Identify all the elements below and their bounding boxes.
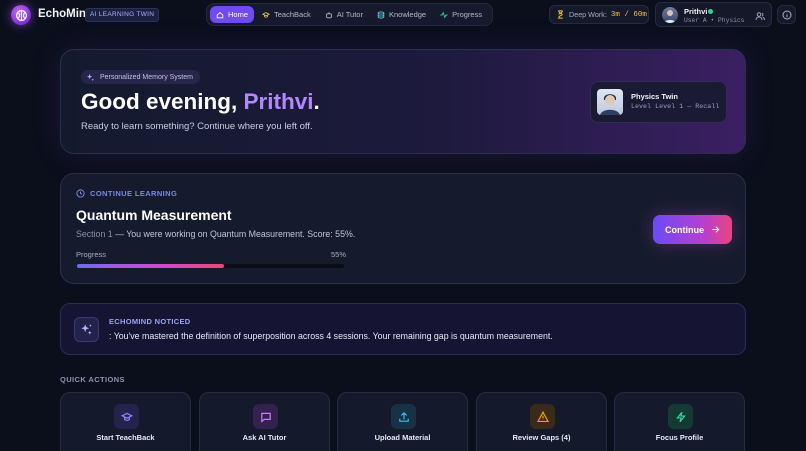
continue-button[interactable]: Continue xyxy=(653,215,732,244)
users-icon[interactable] xyxy=(755,11,765,21)
quick-action-review-gaps[interactable]: Review Gaps (4) xyxy=(476,392,607,451)
quick-action-label: Review Gaps (4) xyxy=(512,433,571,442)
description-dash: — xyxy=(112,229,127,239)
clock-icon xyxy=(76,189,85,198)
brand-badge: AI LEARNING TWIN xyxy=(85,8,160,22)
top-bar: EchoMind AI LEARNING TWIN Home TeachBack… xyxy=(0,0,806,30)
deep-work-timer: Deep Work: 3m / 60m xyxy=(549,5,649,24)
quick-actions-label: QUICK ACTIONS xyxy=(60,375,125,384)
greeting-name: Prithvi xyxy=(243,89,314,114)
activity-icon xyxy=(440,10,448,19)
nav-home[interactable]: Home xyxy=(210,6,255,23)
quick-action-label: Start TeachBack xyxy=(96,433,155,442)
nav-knowledge-label: Knowledge xyxy=(388,10,427,19)
continue-learning-header: CONTINUE LEARNING xyxy=(76,189,177,198)
memory-system-pill: Personalized Memory System xyxy=(81,70,200,84)
greeting-subtitle: Ready to learn something? Continue where… xyxy=(81,121,313,132)
database-icon xyxy=(377,11,385,18)
memory-system-label: Personalized Memory System xyxy=(100,73,193,81)
noticed-label: ECHOMIND NOTICED xyxy=(109,317,191,326)
twin-avatar xyxy=(597,89,623,115)
info-icon xyxy=(782,10,791,19)
nav-progress-label: Progress xyxy=(452,10,483,19)
main-nav: Home TeachBack AI Tutor Knowledge Progre… xyxy=(206,3,493,26)
user-profile[interactable]: Prithvi User A • Physics xyxy=(655,2,772,27)
section-name: Section 1 xyxy=(76,229,113,239)
hourglass-icon xyxy=(558,10,563,19)
warning-icon xyxy=(530,404,555,429)
progress-bar xyxy=(77,264,344,268)
deep-work-label: Deep Work: xyxy=(569,10,607,19)
lightning-icon xyxy=(668,404,693,429)
brain-logo-icon[interactable] xyxy=(11,5,31,25)
quick-action-upload-material[interactable]: Upload Material xyxy=(337,392,468,451)
graduation-cap-icon xyxy=(114,404,139,429)
chat-icon xyxy=(253,404,278,429)
user-name: Prithvi xyxy=(684,7,708,16)
nav-ai-tutor[interactable]: AI Tutor xyxy=(319,6,369,23)
nav-progress[interactable]: Progress xyxy=(434,6,488,23)
robot-icon xyxy=(325,11,332,18)
nav-home-label: Home xyxy=(228,10,249,19)
quick-action-ask-ai-tutor[interactable]: Ask AI Tutor xyxy=(199,392,330,451)
nav-knowledge[interactable]: Knowledge xyxy=(371,6,432,23)
info-button[interactable] xyxy=(777,5,796,24)
continue-learning-label: CONTINUE LEARNING xyxy=(90,189,178,198)
twin-level: Level Level 1 — Recall xyxy=(631,103,720,111)
quick-action-label: Upload Material xyxy=(374,433,431,442)
nav-teachback-label: TeachBack xyxy=(274,10,311,19)
arrow-right-icon xyxy=(712,226,720,233)
quick-action-start-teachback[interactable]: Start TeachBack xyxy=(60,392,191,451)
deep-work-value: 3m / 60m xyxy=(610,10,647,19)
quick-action-focus-profile[interactable]: Focus Profile xyxy=(614,392,745,451)
sparkles-icon xyxy=(86,73,95,81)
nav-teachback[interactable]: TeachBack xyxy=(256,6,317,23)
graduation-cap-icon xyxy=(262,11,271,18)
topic-title: Quantum Measurement xyxy=(76,207,232,223)
quick-action-label: Ask AI Tutor xyxy=(242,433,287,442)
noticed-text: : You've mastered the definition of supe… xyxy=(109,331,553,341)
progress-bar-fill xyxy=(77,264,224,268)
physics-twin-card[interactable]: Physics Twin Level Level 1 — Recall xyxy=(590,81,727,123)
avatar xyxy=(662,7,678,23)
echomind-noticed-card: ECHOMIND NOTICED : You've mastered the d… xyxy=(60,303,746,355)
sparkles-icon xyxy=(74,317,99,342)
description-text: You were working on Quantum Measurement.… xyxy=(126,229,356,239)
greeting-title: Good evening, Prithvi. xyxy=(81,89,320,115)
hero-card: Personalized Memory System Good evening,… xyxy=(60,49,746,154)
user-subtitle: User A • Physics xyxy=(684,17,745,24)
continue-learning-card: CONTINUE LEARNING Quantum Measurement Se… xyxy=(60,173,746,284)
continue-button-label: Continue xyxy=(665,224,704,235)
quick-action-label: Focus Profile xyxy=(655,433,704,442)
progress-label: Progress xyxy=(76,250,107,259)
topic-description: Section 1 — You were working on Quantum … xyxy=(76,229,355,239)
progress-value: 55% xyxy=(331,250,347,259)
greeting-period: . xyxy=(313,89,320,114)
greeting-text: Good evening, xyxy=(81,89,244,114)
online-status-dot xyxy=(708,9,713,14)
home-icon xyxy=(216,11,224,18)
upload-icon xyxy=(391,404,416,429)
twin-title: Physics Twin xyxy=(631,92,678,101)
nav-ai-tutor-label: AI Tutor xyxy=(336,10,363,19)
